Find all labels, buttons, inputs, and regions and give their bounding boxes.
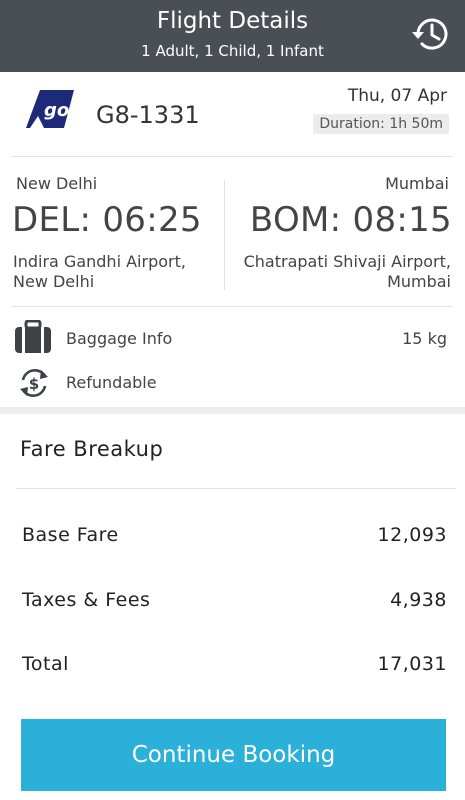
- departure-airport-line1: Indira Gandhi Airport,: [13, 252, 186, 271]
- suitcase-icon: [14, 319, 52, 358]
- fare-value: 12,093: [377, 524, 447, 546]
- baggage-value: 15 kg: [402, 329, 447, 348]
- svg-text:$: $: [29, 375, 39, 393]
- departure-city: New Delhi: [16, 174, 98, 193]
- arrival-code-time: BOM: 08:15: [249, 200, 452, 240]
- baggage-label: Baggage Info: [66, 329, 173, 348]
- fare-value: 4,938: [390, 589, 447, 611]
- fare-label: Taxes & Fees: [22, 589, 151, 611]
- page-title: Flight Details: [156, 8, 309, 34]
- passenger-summary: 1 Adult, 1 Child, 1 Infant: [141, 42, 324, 60]
- refund-cycle-icon: $: [17, 366, 51, 404]
- history-clock-icon: [412, 18, 448, 50]
- fare-label: Total: [22, 653, 69, 675]
- refundable-label: Refundable: [66, 373, 157, 392]
- divider: [12, 156, 453, 157]
- section-separator: [0, 407, 465, 414]
- departure-airport-line2: New Delhi: [13, 272, 95, 291]
- flight-date: Thu, 07 Apr: [347, 86, 447, 106]
- arrival-airport-line2: Mumbai: [387, 272, 451, 291]
- route-divider: [224, 180, 225, 290]
- duration-badge: Duration: 1h 50m: [313, 114, 449, 134]
- continue-booking-button[interactable]: Continue Booking: [21, 719, 446, 791]
- arrival-airport-line1: Chatrapati Shivaji Airport,: [243, 252, 451, 271]
- divider: [16, 488, 456, 489]
- flight-number: G8-1331: [96, 101, 200, 129]
- fare-label: Base Fare: [22, 524, 119, 546]
- fare-breakup-title: Fare Breakup: [20, 437, 164, 461]
- airline-logo: go: [24, 88, 74, 130]
- history-button[interactable]: [409, 12, 453, 56]
- app-header: Flight Details 1 Adult, 1 Child, 1 Infan…: [0, 0, 465, 72]
- arrival-city: Mumbai: [385, 174, 449, 193]
- departure-code-time: DEL: 06:25: [12, 200, 202, 240]
- fare-value: 17,031: [377, 653, 447, 675]
- svg-text:go: go: [44, 100, 69, 121]
- divider: [12, 306, 453, 307]
